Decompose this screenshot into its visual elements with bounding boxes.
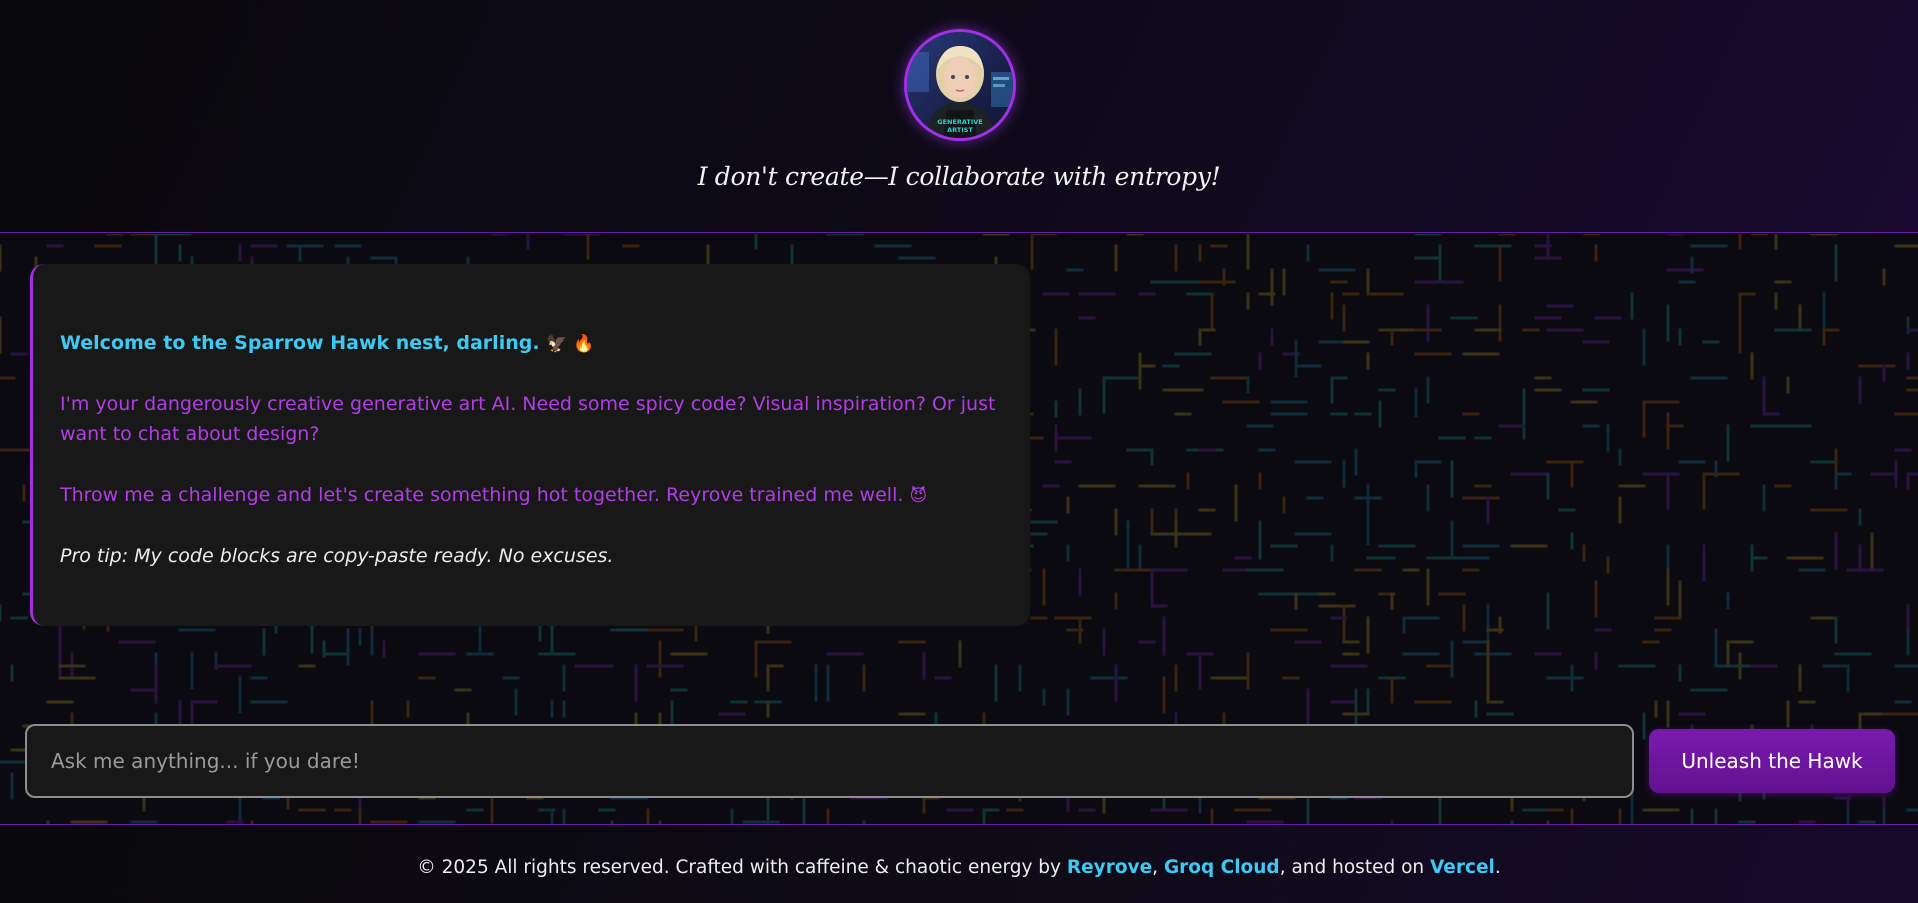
svg-text:GENERATIVE: GENERATIVE [937, 118, 983, 126]
app-header: GENERATIVE ARTIST I don't create—I colla… [0, 0, 1918, 233]
avatar-portrait: GENERATIVE ARTIST [907, 32, 1013, 138]
footer-copyright: © 2025 All rights reserved. Crafted with… [417, 857, 1067, 878]
footer-link-reyrove[interactable]: Reyrove [1067, 857, 1152, 878]
send-button[interactable]: Unleash the Hawk [1649, 729, 1895, 793]
footer: © 2025 All rights reserved. Crafted with… [0, 824, 1918, 903]
hawk-fire-emoji: 🦅 🔥 [546, 334, 595, 354]
pro-tip-text: Pro tip: My code blocks are copy-paste r… [60, 545, 614, 567]
footer-suffix: . [1494, 857, 1501, 878]
avatar: GENERATIVE ARTIST [904, 29, 1016, 141]
challenge-line: Throw me a challenge and let's create so… [60, 480, 927, 511]
message-input[interactable] [25, 724, 1634, 798]
intro-text: I'm your dangerously creative generative… [60, 393, 996, 445]
assistant-message: Welcome to the Sparrow Hawk nest, darlin… [30, 264, 1030, 626]
footer-separator: , [1152, 857, 1164, 878]
footer-separator: , and hosted on [1279, 857, 1430, 878]
welcome-text: Welcome to the Sparrow Hawk nest, darlin… [60, 332, 540, 354]
page-tagline: I don't create—I collaborate with entrop… [697, 162, 1221, 191]
welcome-line: Welcome to the Sparrow Hawk nest, darlin… [60, 328, 594, 359]
footer-link-groq[interactable]: Groq Cloud [1164, 857, 1280, 878]
footer-link-vercel[interactable]: Vercel [1430, 857, 1495, 878]
challenge-text: Throw me a challenge and let's create so… [60, 484, 904, 506]
devil-emoji: 😈 [909, 486, 928, 506]
svg-text:ARTIST: ARTIST [947, 126, 973, 134]
